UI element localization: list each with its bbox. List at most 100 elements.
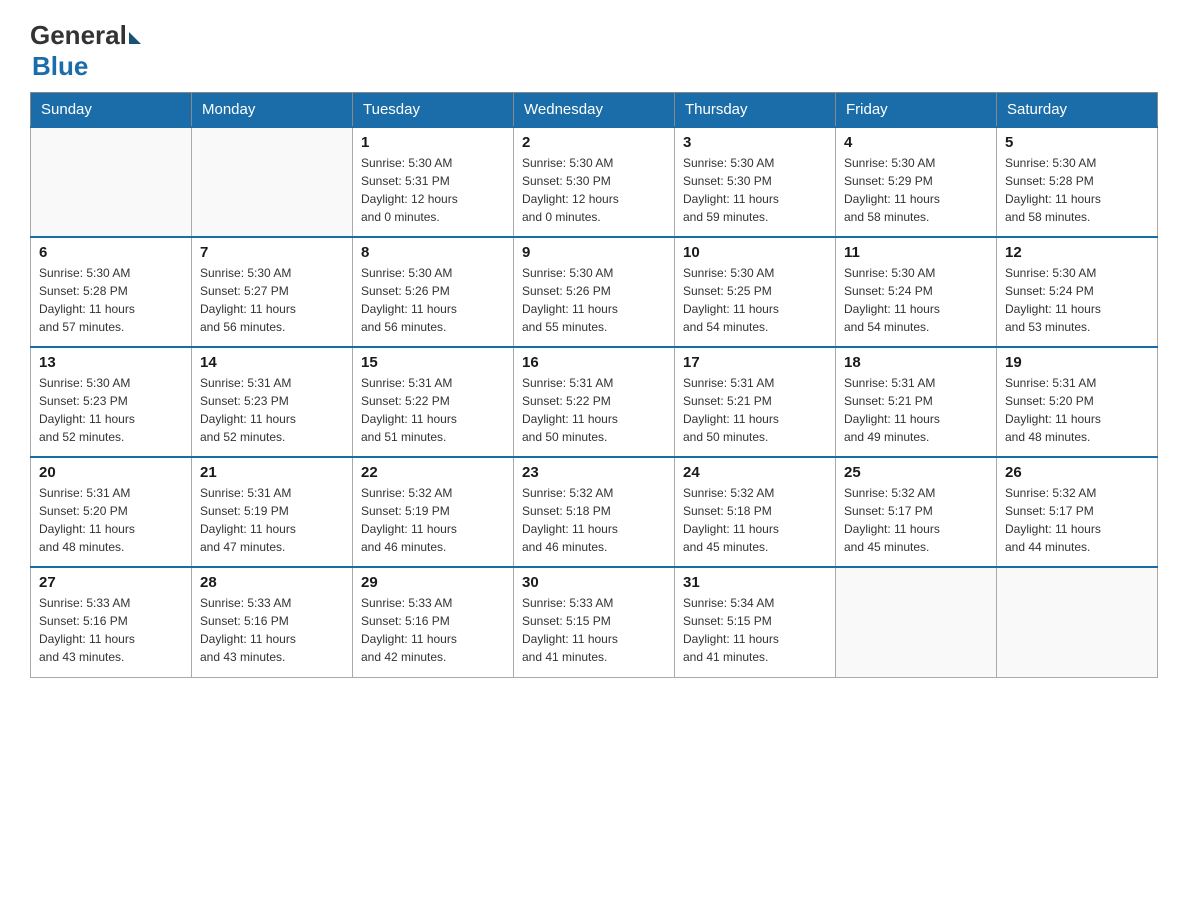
day-info: Sunrise: 5:32 AM Sunset: 5:18 PM Dayligh… xyxy=(522,484,666,556)
calendar-cell: 23 Sunrise: 5:32 AM Sunset: 5:18 PM Dayli… xyxy=(514,457,675,567)
day-number: 6 xyxy=(39,244,183,261)
day-info: Sunrise: 5:30 AM Sunset: 5:28 PM Dayligh… xyxy=(1005,154,1149,226)
calendar-cell: 30 Sunrise: 5:33 AM Sunset: 5:15 PM Dayli… xyxy=(514,567,675,677)
calendar-cell: 8 Sunrise: 5:30 AM Sunset: 5:26 PM Daylig… xyxy=(353,237,514,347)
day-info: Sunrise: 5:30 AM Sunset: 5:29 PM Dayligh… xyxy=(844,154,988,226)
day-number: 5 xyxy=(1005,134,1149,151)
calendar-header-saturday: Saturday xyxy=(997,93,1158,128)
calendar-cell: 16 Sunrise: 5:31 AM Sunset: 5:22 PM Dayli… xyxy=(514,347,675,457)
calendar-cell: 1 Sunrise: 5:30 AM Sunset: 5:31 PM Daylig… xyxy=(353,127,514,237)
day-number: 8 xyxy=(361,244,505,261)
day-number: 4 xyxy=(844,134,988,151)
calendar-cell: 21Sunrise: 5:31 AM Sunset: 5:19 PM Dayli… xyxy=(192,457,353,567)
calendar-cell xyxy=(836,567,997,677)
calendar-cell: 10 Sunrise: 5:30 AM Sunset: 5:25 PM Dayli… xyxy=(675,237,836,347)
day-number: 10 xyxy=(683,244,827,261)
calendar-cell: 19 Sunrise: 5:31 AM Sunset: 5:20 PM Dayli… xyxy=(997,347,1158,457)
day-number: 30 xyxy=(522,574,666,591)
day-number: 24 xyxy=(683,464,827,481)
day-info: Sunrise: 5:31 AM Sunset: 5:22 PM Dayligh… xyxy=(522,374,666,446)
day-number: 13 xyxy=(39,354,183,371)
day-number: 14 xyxy=(200,354,344,371)
calendar-table: SundayMondayTuesdayWednesdayThursdayFrid… xyxy=(30,92,1158,678)
calendar-header-sunday: Sunday xyxy=(31,93,192,128)
logo: General Blue xyxy=(30,20,141,82)
day-info: Sunrise: 5:30 AM Sunset: 5:30 PM Dayligh… xyxy=(522,154,666,226)
day-info: Sunrise: 5:33 AM Sunset: 5:16 PM Dayligh… xyxy=(39,594,183,666)
calendar-cell: 28 Sunrise: 5:33 AM Sunset: 5:16 PM Dayli… xyxy=(192,567,353,677)
day-number: 21 xyxy=(200,464,344,481)
day-info: Sunrise: 5:30 AM Sunset: 5:28 PM Dayligh… xyxy=(39,264,183,336)
calendar-cell: 20Sunrise: 5:31 AM Sunset: 5:20 PM Dayli… xyxy=(31,457,192,567)
day-number: 17 xyxy=(683,354,827,371)
calendar-cell: 11 Sunrise: 5:30 AM Sunset: 5:24 PM Dayli… xyxy=(836,237,997,347)
calendar-cell: 2 Sunrise: 5:30 AM Sunset: 5:30 PM Daylig… xyxy=(514,127,675,237)
day-info: Sunrise: 5:31 AM Sunset: 5:20 PM Dayligh… xyxy=(39,484,183,556)
calendar-cell: 15 Sunrise: 5:31 AM Sunset: 5:22 PM Dayli… xyxy=(353,347,514,457)
calendar-cell: 5 Sunrise: 5:30 AM Sunset: 5:28 PM Daylig… xyxy=(997,127,1158,237)
day-number: 2 xyxy=(522,134,666,151)
calendar-week-3: 13 Sunrise: 5:30 AM Sunset: 5:23 PM Dayli… xyxy=(31,347,1158,457)
day-info: Sunrise: 5:34 AM Sunset: 5:15 PM Dayligh… xyxy=(683,594,827,666)
day-info: Sunrise: 5:32 AM Sunset: 5:19 PM Dayligh… xyxy=(361,484,505,556)
day-number: 25 xyxy=(844,464,988,481)
day-info: Sunrise: 5:30 AM Sunset: 5:26 PM Dayligh… xyxy=(361,264,505,336)
day-number: 19 xyxy=(1005,354,1149,371)
day-number: 23 xyxy=(522,464,666,481)
day-number: 9 xyxy=(522,244,666,261)
calendar-cell: 24Sunrise: 5:32 AM Sunset: 5:18 PM Dayli… xyxy=(675,457,836,567)
calendar-cell: 4 Sunrise: 5:30 AM Sunset: 5:29 PM Daylig… xyxy=(836,127,997,237)
day-info: Sunrise: 5:31 AM Sunset: 5:22 PM Dayligh… xyxy=(361,374,505,446)
calendar-cell: 26 Sunrise: 5:32 AM Sunset: 5:17 PM Dayli… xyxy=(997,457,1158,567)
day-number: 15 xyxy=(361,354,505,371)
day-info: Sunrise: 5:33 AM Sunset: 5:16 PM Dayligh… xyxy=(200,594,344,666)
day-info: Sunrise: 5:31 AM Sunset: 5:20 PM Dayligh… xyxy=(1005,374,1149,446)
day-info: Sunrise: 5:30 AM Sunset: 5:25 PM Dayligh… xyxy=(683,264,827,336)
calendar-cell: 7 Sunrise: 5:30 AM Sunset: 5:27 PM Daylig… xyxy=(192,237,353,347)
calendar-cell: 14 Sunrise: 5:31 AM Sunset: 5:23 PM Dayli… xyxy=(192,347,353,457)
day-info: Sunrise: 5:30 AM Sunset: 5:30 PM Dayligh… xyxy=(683,154,827,226)
day-number: 11 xyxy=(844,244,988,261)
day-info: Sunrise: 5:30 AM Sunset: 5:23 PM Dayligh… xyxy=(39,374,183,446)
calendar-cell: 18Sunrise: 5:31 AM Sunset: 5:21 PM Dayli… xyxy=(836,347,997,457)
day-info: Sunrise: 5:32 AM Sunset: 5:17 PM Dayligh… xyxy=(1005,484,1149,556)
calendar-cell xyxy=(997,567,1158,677)
day-number: 26 xyxy=(1005,464,1149,481)
calendar-header-friday: Friday xyxy=(836,93,997,128)
day-number: 7 xyxy=(200,244,344,261)
calendar-cell: 9 Sunrise: 5:30 AM Sunset: 5:26 PM Daylig… xyxy=(514,237,675,347)
day-number: 12 xyxy=(1005,244,1149,261)
calendar-week-2: 6 Sunrise: 5:30 AM Sunset: 5:28 PM Daylig… xyxy=(31,237,1158,347)
calendar-cell: 29Sunrise: 5:33 AM Sunset: 5:16 PM Dayli… xyxy=(353,567,514,677)
day-info: Sunrise: 5:33 AM Sunset: 5:15 PM Dayligh… xyxy=(522,594,666,666)
day-number: 27 xyxy=(39,574,183,591)
calendar-header-tuesday: Tuesday xyxy=(353,93,514,128)
day-info: Sunrise: 5:31 AM Sunset: 5:21 PM Dayligh… xyxy=(844,374,988,446)
calendar-cell: 27 Sunrise: 5:33 AM Sunset: 5:16 PM Dayli… xyxy=(31,567,192,677)
logo-blue-text: Blue xyxy=(32,51,88,82)
day-number: 1 xyxy=(361,134,505,151)
header: General Blue xyxy=(30,20,1158,82)
calendar-week-4: 20Sunrise: 5:31 AM Sunset: 5:20 PM Dayli… xyxy=(31,457,1158,567)
calendar-header-wednesday: Wednesday xyxy=(514,93,675,128)
calendar-cell: 22 Sunrise: 5:32 AM Sunset: 5:19 PM Dayli… xyxy=(353,457,514,567)
day-info: Sunrise: 5:32 AM Sunset: 5:17 PM Dayligh… xyxy=(844,484,988,556)
calendar-cell xyxy=(192,127,353,237)
calendar-week-5: 27 Sunrise: 5:33 AM Sunset: 5:16 PM Dayli… xyxy=(31,567,1158,677)
day-info: Sunrise: 5:30 AM Sunset: 5:26 PM Dayligh… xyxy=(522,264,666,336)
calendar-cell: 6 Sunrise: 5:30 AM Sunset: 5:28 PM Daylig… xyxy=(31,237,192,347)
day-info: Sunrise: 5:31 AM Sunset: 5:23 PM Dayligh… xyxy=(200,374,344,446)
day-info: Sunrise: 5:30 AM Sunset: 5:31 PM Dayligh… xyxy=(361,154,505,226)
calendar-cell: 13 Sunrise: 5:30 AM Sunset: 5:23 PM Dayli… xyxy=(31,347,192,457)
day-info: Sunrise: 5:33 AM Sunset: 5:16 PM Dayligh… xyxy=(361,594,505,666)
day-info: Sunrise: 5:30 AM Sunset: 5:27 PM Dayligh… xyxy=(200,264,344,336)
day-info: Sunrise: 5:30 AM Sunset: 5:24 PM Dayligh… xyxy=(1005,264,1149,336)
calendar-cell xyxy=(31,127,192,237)
day-number: 16 xyxy=(522,354,666,371)
calendar-cell: 12 Sunrise: 5:30 AM Sunset: 5:24 PM Dayli… xyxy=(997,237,1158,347)
day-info: Sunrise: 5:30 AM Sunset: 5:24 PM Dayligh… xyxy=(844,264,988,336)
calendar-header-thursday: Thursday xyxy=(675,93,836,128)
day-number: 28 xyxy=(200,574,344,591)
day-number: 22 xyxy=(361,464,505,481)
calendar-cell: 3Sunrise: 5:30 AM Sunset: 5:30 PM Daylig… xyxy=(675,127,836,237)
